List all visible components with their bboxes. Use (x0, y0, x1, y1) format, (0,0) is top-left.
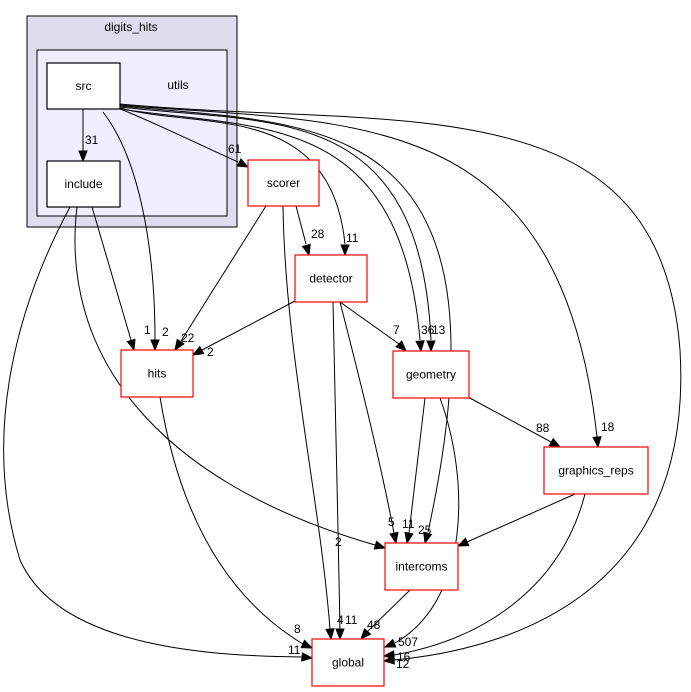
edge-count-label[interactable]: 1 (144, 323, 151, 337)
arrowhead (325, 628, 335, 641)
arrowhead (389, 531, 399, 545)
edge-detector-to-global[interactable]: 11 (332, 301, 358, 641)
edge-count-label[interactable]: 28 (311, 227, 325, 241)
edge-scorer-to-hits[interactable]: 22 (174, 205, 267, 352)
node-label: detector (309, 272, 352, 286)
edge-count-label[interactable]: 31 (85, 133, 99, 147)
node-label: graphics_reps (558, 464, 633, 478)
node-label: intercoms (395, 560, 447, 574)
edge-count-label[interactable]: 2 (162, 325, 169, 339)
edge-detector-to-geometry[interactable]: 7 (339, 301, 407, 352)
edge-line (339, 301, 395, 534)
edge-count-label[interactable]: 7 (393, 323, 400, 337)
arrowhead (456, 537, 470, 547)
edge-line (467, 396, 552, 443)
edge-count-label[interactable]: 25 (418, 523, 432, 537)
arrowhead (404, 531, 414, 545)
edge-count-label[interactable]: 48 (367, 618, 381, 632)
edge-count-label[interactable]: 11 (345, 613, 358, 627)
edge-graphics_reps-to-intercoms[interactable]: 1 (450, 493, 576, 554)
node-detector[interactable]: detector (294, 254, 368, 303)
edge-line (159, 396, 304, 645)
directory-dependency-graph: digits_hitsutils 31612113613251812121122… (3, 15, 682, 687)
node-global[interactable]: global (311, 638, 385, 687)
node-label: hits (148, 367, 167, 381)
edge-count-label[interactable]: 16 (397, 650, 411, 664)
node-label: geometry (406, 368, 456, 382)
arrowhead (126, 338, 136, 352)
edge-line (332, 301, 341, 630)
arrowhead (382, 650, 395, 660)
edge-detector-to-intercoms[interactable]: 5 (339, 301, 399, 545)
arrowhead (548, 437, 562, 448)
edge-count-label[interactable]: 11 (402, 517, 415, 531)
node-intercoms[interactable]: intercoms (384, 542, 459, 591)
edge-hits-to-global[interactable]: 8 (159, 396, 314, 649)
cluster-label: digits_hits (104, 20, 157, 34)
node-hits[interactable]: hits (120, 349, 194, 398)
node-graphics_reps[interactable]: graphics_reps (543, 446, 649, 495)
edge-include-to-global[interactable]: 11 (3, 206, 314, 662)
edge-line (466, 493, 576, 543)
edge-line (3, 206, 303, 658)
node-geometry[interactable]: geometry (392, 350, 470, 399)
edge-count-label[interactable]: 18 (601, 420, 615, 434)
arrowhead (300, 639, 314, 649)
edge-count-label[interactable]: 5 (388, 515, 395, 529)
node-label: include (64, 177, 102, 191)
node-label: scorer (267, 176, 300, 190)
edge-count-label[interactable]: 11 (346, 231, 359, 245)
edge-include-to-hits[interactable]: 1 (91, 206, 151, 352)
node-label: src (76, 79, 92, 93)
node-src[interactable]: src (46, 62, 121, 110)
edge-count-label[interactable]: 507 (398, 635, 418, 649)
arrowhead (373, 540, 387, 550)
arrowhead (592, 436, 602, 449)
edge-line (408, 397, 426, 534)
node-include[interactable]: include (46, 160, 121, 208)
edge-line (201, 300, 296, 351)
edge-count-label[interactable]: 4 (337, 613, 344, 627)
edge-detector-to-hits[interactable]: 2 (191, 300, 296, 359)
edge-count-label[interactable]: 2 (207, 345, 214, 359)
edge-geometry-to-graphics_reps[interactable]: 88 (467, 396, 562, 448)
arrowhead (340, 244, 350, 257)
arrowhead (301, 652, 314, 662)
edge-count-label[interactable]: 61 (228, 142, 242, 156)
edge-scorer-to-detector[interactable]: 28 (295, 205, 325, 257)
arrowhead (383, 638, 397, 648)
node-label: global (332, 656, 364, 670)
arrowhead (426, 340, 436, 353)
edge-geometry-to-intercoms[interactable]: 11 (402, 397, 426, 545)
arrowhead (191, 345, 205, 356)
edge-count-label[interactable]: 13 (432, 323, 446, 337)
edge-count-label[interactable]: 88 (536, 421, 550, 435)
arrowhead (150, 339, 160, 352)
arrowhead (335, 628, 345, 641)
edge-count-label[interactable]: 11 (288, 643, 301, 657)
arrowhead (236, 158, 250, 168)
edge-intercoms-to-global[interactable]: 48 (360, 589, 411, 641)
arrowhead (415, 340, 425, 353)
cluster-label: utils (167, 78, 188, 92)
arrowhead (301, 243, 311, 257)
edge-line (295, 205, 307, 245)
edge-count-label[interactable]: 8 (294, 622, 301, 636)
node-scorer[interactable]: scorer (247, 159, 320, 207)
edge-count-label[interactable]: 22 (181, 331, 195, 345)
